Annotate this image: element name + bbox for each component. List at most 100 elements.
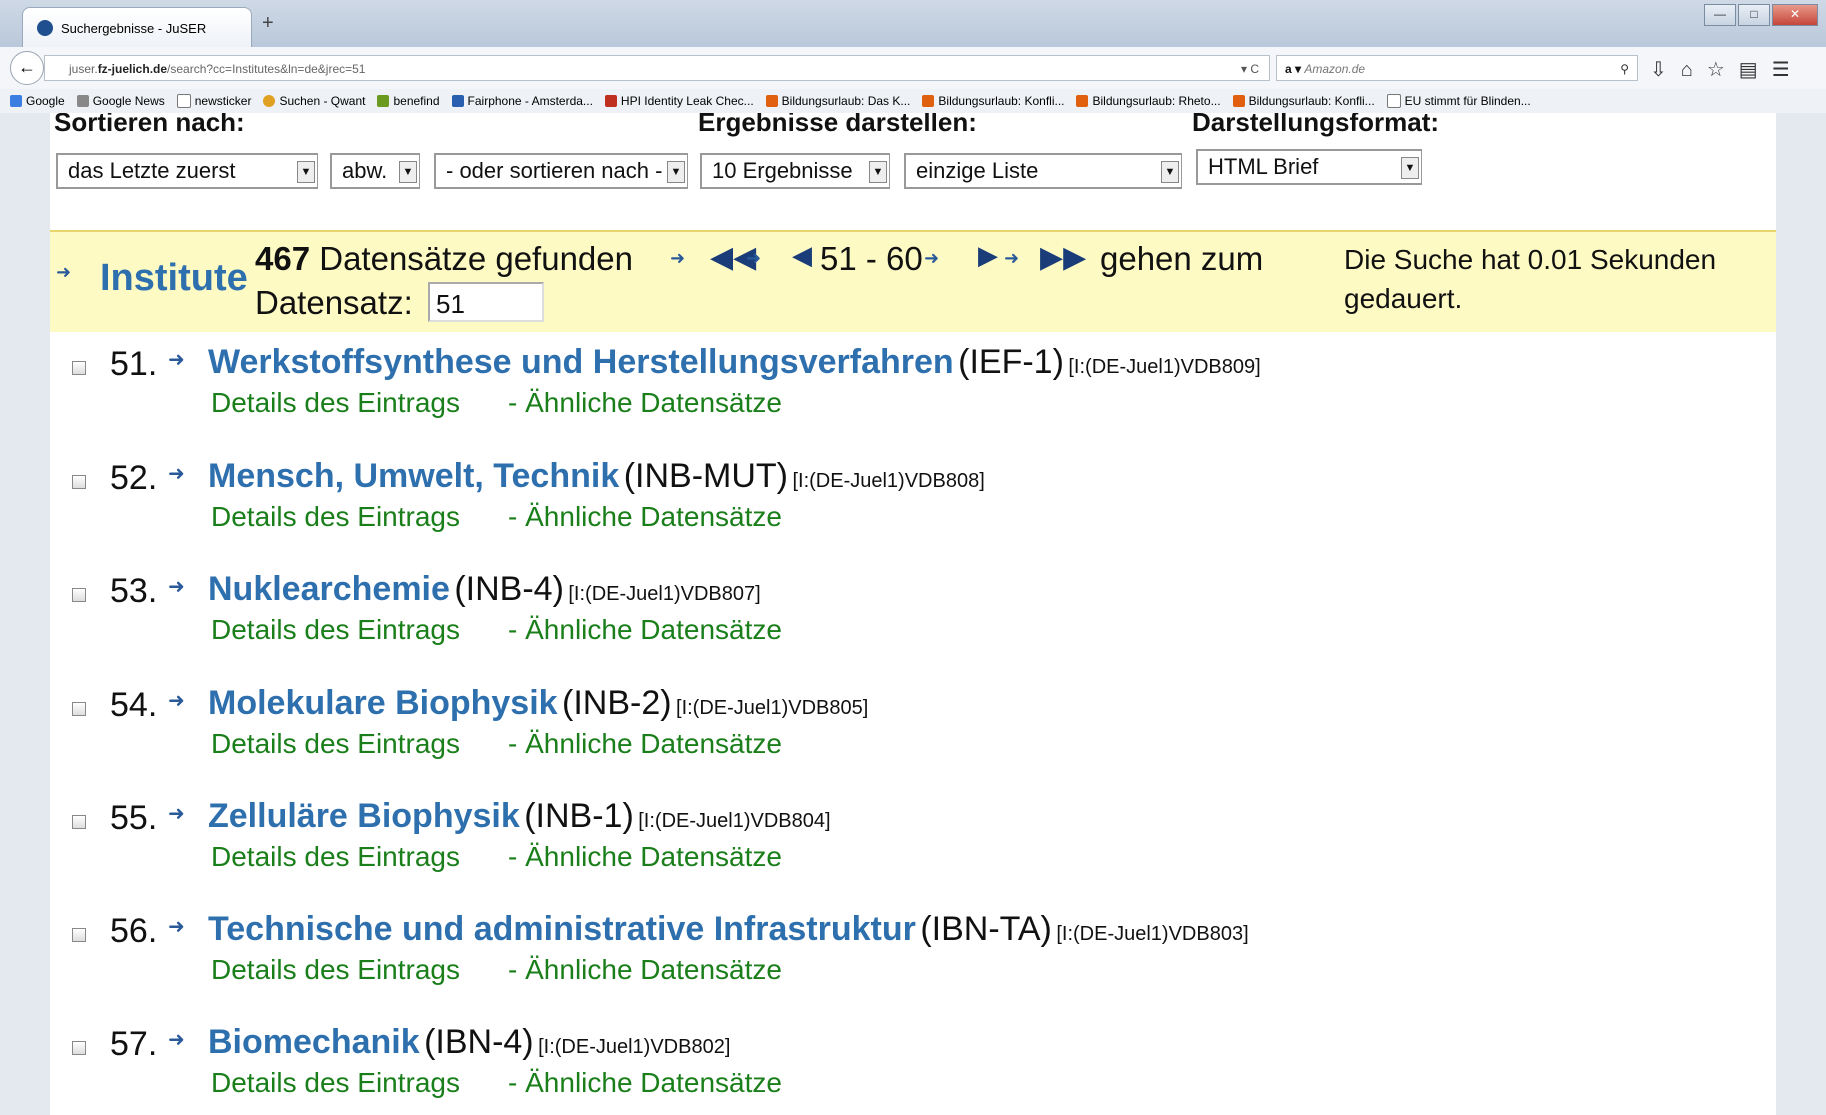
bookmark-item[interactable]: Suchen - Qwant [263,94,365,108]
dropdown-arrow-icon: ▼ [869,161,887,183]
bookmark-item[interactable]: Google [10,94,65,108]
search-input[interactable]: a ▾ Amazon.de ⚲ [1276,55,1638,81]
record-number: 52. [110,459,158,497]
sort-by-value: - oder sortieren nach - [446,158,663,183]
record-title-link[interactable]: Biomechanik [208,1023,420,1061]
record-number: 57. [110,1025,158,1063]
arrow-icon: ➜ [168,1029,185,1051]
record-number: 54. [110,686,158,724]
menu-icon[interactable]: ☰ [1772,59,1804,81]
bookmark-item[interactable]: EU stimmt für Blinden... [1386,94,1531,108]
record-checkbox[interactable] [72,928,86,942]
minimize-icon[interactable]: — [1704,4,1736,26]
record-checkbox[interactable] [72,361,86,375]
details-link[interactable]: Details des Eintrags [211,841,460,872]
bookmark-label: Bildungsurlaub: Konfli... [1248,94,1375,108]
record-title-link[interactable]: Werkstoffsynthese und Herstellungsverfah… [208,343,954,381]
url-bar[interactable]: juser.fz-juelich.de/search?cc=Institutes… [44,55,1270,81]
bookmark-item[interactable]: benefind [377,94,440,108]
details-link[interactable]: Details des Eintrags [211,728,460,759]
collection-link[interactable]: Institute [100,257,248,300]
record-title-link[interactable]: Zelluläre Biophysik [208,797,520,835]
record-title-link[interactable]: Nuklearchemie [208,570,450,608]
similar-records-link[interactable]: - Ähnliche Datensätze [508,387,782,418]
similar-records-link[interactable]: - Ähnliche Datensätze [508,1067,782,1098]
back-arrow-icon[interactable]: ← [10,51,44,85]
next-page-icon[interactable]: ▶ [978,240,998,271]
navigation-bar: ← juser.fz-juelich.de/search?cc=Institut… [0,47,1826,90]
bookmark-item[interactable]: newsticker [176,94,252,108]
similar-records-link[interactable]: - Ähnliche Datensätze [508,501,782,532]
jump-to-record-input[interactable]: 51 [428,282,544,322]
download-icon[interactable]: ⇩ [1650,59,1681,81]
record-checkbox[interactable] [72,815,86,829]
clipboard-icon[interactable]: ▤ [1739,59,1772,81]
bookmark-label: newsticker [194,94,252,108]
details-link[interactable]: Details des Eintrags [211,614,460,645]
bookmark-item[interactable]: Bildungsurlaub: Konfli... [922,94,1064,108]
similar-records-link[interactable]: - Ähnliche Datensätze [508,841,782,872]
record-code: (IBN-TA) [920,910,1052,948]
previous-page-icon[interactable]: ◀ [792,240,812,271]
results-per-page-select[interactable]: 10 Ergebnisse ▼ [700,153,890,189]
bookmark-item[interactable]: Bildungsurlaub: Das K... [765,94,911,108]
arrow-icon: ➜ [168,576,185,598]
maximize-icon[interactable]: □ [1738,4,1770,26]
search-timing: Die Suche hat 0.01 Sekunden gedauert. [1344,244,1717,314]
close-icon[interactable]: ✕ [1772,4,1818,26]
details-link[interactable]: Details des Eintrags [211,954,460,985]
record-number: 55. [110,799,158,837]
similar-records-link[interactable]: - Ähnliche Datensätze [508,728,782,759]
home-icon[interactable]: ⌂ [1681,59,1707,81]
sort-direction-select[interactable]: abw. ▼ [330,153,420,189]
bookmark-label: benefind [393,94,440,108]
sort-by-select[interactable]: - oder sortieren nach - ▼ [434,153,688,189]
list-type-select[interactable]: einzige Liste ▼ [904,153,1182,189]
details-link[interactable]: Details des Eintrags [211,387,460,418]
tab-active[interactable]: Suchergebnisse - JuSER [22,7,252,48]
dropdown-arrow-icon: ▼ [1401,157,1419,179]
record-checkbox[interactable] [72,588,86,602]
details-link[interactable]: Details des Eintrags [211,501,460,532]
sort-label: Sortieren nach: [54,113,245,137]
details-link[interactable]: Details des Eintrags [211,1067,460,1098]
record-code: (INB-4) [454,570,564,608]
juser-favicon-icon [37,20,53,36]
sort-order-select[interactable]: das Letzte zuerst ▼ [56,153,318,189]
list-item: 55. ➜ Zelluläre Biophysik (INB-1) [I:(DE… [50,793,1750,903]
bookmark-item[interactable]: HPI Identity Leak Chec... [604,94,754,108]
bookmark-label: Bildungsurlaub: Das K... [781,94,911,108]
search-icon[interactable]: ⚲ [1620,56,1629,82]
similar-records-link[interactable]: - Ähnliche Datensätze [508,954,782,985]
record-title-link[interactable]: Technische und administrative Infrastruk… [208,910,916,948]
sort-direction-value: abw. [342,158,388,183]
record-checkbox[interactable] [72,475,86,489]
record-id: [I:(DE-Juel1)VDB802] [538,1036,731,1058]
similar-records-link[interactable]: - Ähnliche Datensätze [508,614,782,645]
last-page-icon[interactable]: ▶▶ [1040,240,1086,275]
record-id: [I:(DE-Juel1)VDB803] [1056,923,1249,945]
list-item: 53. ➜ Nuklearchemie (INB-4) [I:(DE-Juel1… [50,566,1750,676]
display-label: Ergebnisse darstellen: [698,113,977,137]
record-title-link[interactable]: Molekulare Biophysik [208,684,558,722]
format-label: Darstellungsformat: [1192,113,1440,137]
star-icon[interactable]: ☆ [1707,59,1739,81]
reload-icon[interactable]: ▾ C [1241,56,1259,82]
record-id: [I:(DE-Juel1)VDB807] [568,583,761,605]
bookmark-item[interactable]: Fairphone - Amsterda... [451,94,593,108]
list-item: 56. ➜ Technische und administrative Infr… [50,906,1750,1016]
format-select[interactable]: HTML Brief ▼ [1196,149,1422,185]
bookmark-item[interactable]: Bildungsurlaub: Konfli... [1232,94,1375,108]
list-item: 57. ➜ Biomechanik (IBN-4) [I:(DE-Juel1)V… [50,1019,1750,1115]
new-tab-button[interactable]: + [262,12,274,35]
bookmark-item[interactable]: Google News [76,94,165,108]
record-title-link[interactable]: Mensch, Umwelt, Technik [208,457,619,495]
record-id: [I:(DE-Juel1)VDB809] [1068,356,1261,378]
bookmark-item[interactable]: Bildungsurlaub: Rheto... [1076,94,1221,108]
record-number: 56. [110,912,158,950]
record-checkbox[interactable] [72,702,86,716]
toolbar-icons: ⇩⌂☆▤☰ [1650,57,1804,82]
record-id: [I:(DE-Juel1)VDB805] [676,697,869,719]
record-checkbox[interactable] [72,1041,86,1055]
bookmark-label: Fairphone - Amsterda... [467,94,593,108]
